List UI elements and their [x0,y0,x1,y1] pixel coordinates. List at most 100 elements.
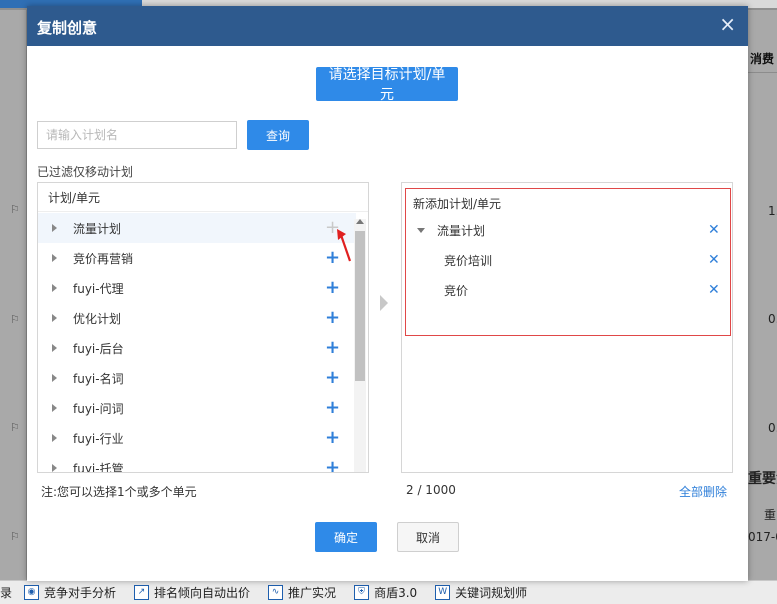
wave-icon: ∿ [268,585,284,600]
toolbar-item-label: 商盾3.0 [374,586,418,600]
dialog-header: 复制创意 × [27,6,748,46]
tree-item-label: 竞价再营销 [73,251,134,266]
remove-icon[interactable]: ✕ [708,222,720,238]
selection-count: 2 / 1000 [406,483,456,497]
copy-creative-dialog: 复制创意 × 请选择目标计划/单元 查询 已过滤仅移动计划 计划/单元 流量计划… [27,6,748,581]
tree-item[interactable]: 竞价再营销 + [38,243,356,273]
background-cell: 重要消 [748,471,777,487]
expand-arrow-icon[interactable] [52,254,57,262]
toolbar-item-shield[interactable]: ⛨ 商盾3.0 [354,584,417,601]
selected-unit-label: 竞价 [444,283,469,298]
expand-arrow-icon[interactable] [52,284,57,292]
selected-highlight-box: 新添加计划/单元 流量计划 ✕ 竞价培训 ✕ 竞价 ✕ [405,188,731,336]
tree-item[interactable]: fuyi-代理 + [38,273,356,303]
background-cell: 0. [768,312,777,326]
plan-tree-panel: 计划/单元 流量计划 + 竞价再营销 + fuyi-代理 + 优化计划 + fu… [37,182,369,473]
dialog-title: 复制创意 [37,19,98,37]
background-cell: 1. [768,204,777,218]
expand-arrow-icon[interactable] [52,374,57,382]
add-icon[interactable]: + [325,309,340,327]
flag-icon: ⚐ [10,203,20,216]
background-cell: 0. [768,421,777,435]
eye-icon: ◉ [24,585,40,600]
add-icon[interactable]: + [325,279,340,297]
tree-item-label: fuyi-代理 [73,281,124,296]
tree-item-label: fuyi-问词 [73,401,124,416]
tree-item[interactable]: fuyi-名词 + [38,363,356,393]
remove-icon[interactable]: ✕ [708,252,720,268]
tree-item[interactable]: fuyi-问词 + [38,393,356,423]
tree-item[interactable]: fuyi-后台 + [38,333,356,363]
transfer-arrow-icon [380,295,388,311]
watermark-text: Baidu经验 [600,534,715,559]
tree-item-label: fuyi-行业 [73,431,124,446]
add-icon[interactable]: + [325,399,340,417]
cancel-button[interactable]: 取消 [397,522,459,552]
query-button[interactable]: 查询 [247,120,309,150]
tree-item-label: 流量计划 [73,221,122,236]
expand-arrow-icon[interactable] [52,464,57,472]
background-left-column: ⚐ ⚐ ⚐ ⚐ [0,10,26,580]
tree-item-label: fuyi-后台 [73,341,124,356]
expand-arrow-icon[interactable] [52,404,57,412]
background-column-header: 消费 [750,52,775,66]
remove-icon[interactable]: ✕ [708,282,720,298]
toolbar-item-keyword-planner[interactable]: W 关键词规划师 [435,584,527,601]
scroll-up-icon[interactable] [356,219,364,224]
selection-footnote: 注:您可以选择1个或多个单元 [41,485,197,499]
tree-item[interactable]: 优化计划 + [38,303,356,333]
toolbar-item-label: 关键词规划师 [455,586,528,600]
toolbar-item-label: 推广实况 [288,586,337,600]
tree-item[interactable]: fuyi-托管 + [38,453,356,473]
tree-item[interactable]: 流量计划 + [38,213,356,243]
tree-scrollbar[interactable] [354,219,366,472]
selected-unit-row: 竞价培训 ✕ [406,245,730,275]
delete-all-link[interactable]: 全部删除 [679,483,727,500]
collapse-caret-icon[interactable] [417,228,425,233]
background-cell: 017-0 [748,530,777,544]
scroll-thumb[interactable] [355,231,365,381]
select-target-button[interactable]: 请选择目标计划/单元 [316,67,458,103]
expand-arrow-icon[interactable] [52,344,57,352]
background-cell: 重 [764,508,777,522]
plan-search-input[interactable] [37,121,237,149]
toolbar-item-auto-bid[interactable]: ↗ 排名倾向自动出价 [134,584,250,601]
add-icon[interactable]: + [325,459,340,473]
panel-header: 计划/单元 [38,183,368,212]
divider [748,72,777,73]
watermark-subtext: jingyan.baidu.com [602,558,695,569]
background-right-column: 消费 1. 0. 0. 重要消 重 017-0 [748,10,777,580]
toolbar-item-label: 竞争对手分析 [44,586,117,600]
baidu-watermark: Baidu经验 jingyan.baidu.com [600,528,715,569]
bottom-left-fragment: 录 [0,586,13,600]
selected-panel: 新添加计划/单元 流量计划 ✕ 竞价培训 ✕ 竞价 ✕ [401,182,733,473]
tree-item[interactable]: fuyi-行业 + [38,423,356,453]
expand-arrow-icon[interactable] [52,224,57,232]
selected-plan-label: 流量计划 [437,223,486,238]
expand-arrow-icon[interactable] [52,434,57,442]
shield-icon: ⛨ [354,585,370,600]
toolbar-item-label: 排名倾向自动出价 [154,586,251,600]
flag-icon: ⚐ [10,313,20,326]
add-icon[interactable]: + [325,369,340,387]
toolbar-item-competitor-analysis[interactable]: ◉ 竞争对手分析 [24,584,116,601]
flag-icon: ⚐ [10,530,20,543]
word-icon: W [435,585,451,600]
tree-item-label: fuyi-名词 [73,371,124,386]
chart-icon: ↗ [134,585,150,600]
confirm-button[interactable]: 确定 [315,522,377,552]
selected-unit-label: 竞价培训 [444,253,493,268]
tree-item-label: fuyi-托管 [73,461,124,473]
filter-note: 已过滤仅移动计划 [37,165,134,179]
annotation-arrow-icon [337,229,352,262]
selected-unit-row: 竞价 ✕ [406,275,730,305]
add-icon[interactable]: + [325,339,340,357]
toolbar-item-live-status[interactable]: ∿ 推广实况 [268,584,336,601]
selected-plan-row: 流量计划 ✕ [406,215,730,245]
bottom-toolbar: 录 ◉ 竞争对手分析 ↗ 排名倾向自动出价 ∿ 推广实况 ⛨ 商盾3.0 W 关… [0,580,777,604]
flag-icon: ⚐ [10,421,20,434]
add-icon[interactable]: + [325,429,340,447]
tree-item-label: 优化计划 [73,311,122,326]
close-icon[interactable]: × [719,14,736,34]
expand-arrow-icon[interactable] [52,314,57,322]
